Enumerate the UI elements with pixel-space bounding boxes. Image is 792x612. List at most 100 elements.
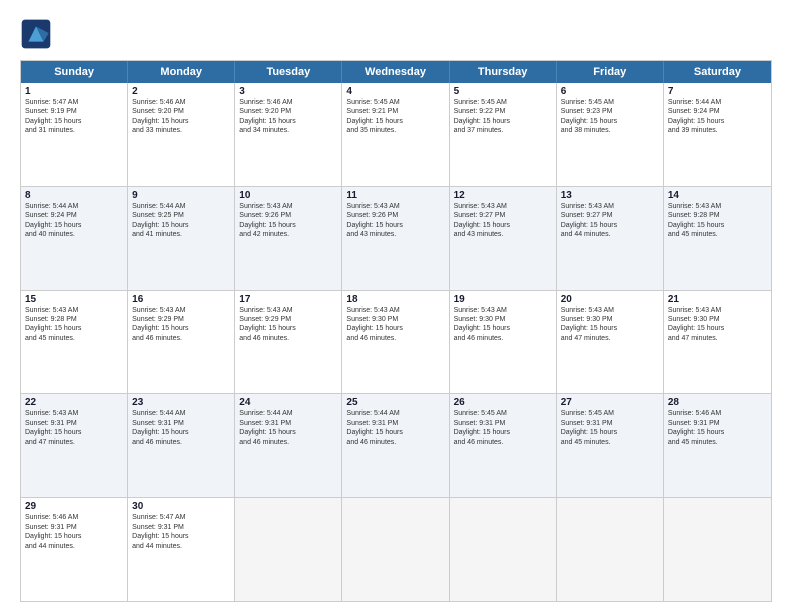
cell-text: Sunrise: 5:44 AMSunset: 9:24 PMDaylight:… bbox=[668, 98, 767, 136]
cell-text: Sunrise: 5:43 AMSunset: 9:28 PMDaylight:… bbox=[25, 306, 123, 344]
calendar-cell: 29Sunrise: 5:46 AMSunset: 9:31 PMDayligh… bbox=[21, 498, 128, 601]
weekday-header: Friday bbox=[557, 61, 664, 83]
calendar-cell: 7Sunrise: 5:44 AMSunset: 9:24 PMDaylight… bbox=[664, 83, 771, 186]
day-number: 17 bbox=[239, 294, 337, 305]
cell-text: Sunrise: 5:43 AMSunset: 9:30 PMDaylight:… bbox=[346, 306, 444, 344]
page: SundayMondayTuesdayWednesdayThursdayFrid… bbox=[0, 0, 792, 612]
calendar-cell: 23Sunrise: 5:44 AMSunset: 9:31 PMDayligh… bbox=[128, 394, 235, 497]
weekday-header: Saturday bbox=[664, 61, 771, 83]
calendar-cell: 24Sunrise: 5:44 AMSunset: 9:31 PMDayligh… bbox=[235, 394, 342, 497]
day-number: 16 bbox=[132, 294, 230, 305]
calendar-cell bbox=[557, 498, 664, 601]
calendar-row: 1Sunrise: 5:47 AMSunset: 9:19 PMDaylight… bbox=[21, 83, 771, 187]
cell-text: Sunrise: 5:43 AMSunset: 9:31 PMDaylight:… bbox=[25, 409, 123, 447]
calendar-cell: 12Sunrise: 5:43 AMSunset: 9:27 PMDayligh… bbox=[450, 187, 557, 290]
day-number: 4 bbox=[346, 86, 444, 97]
day-number: 10 bbox=[239, 190, 337, 201]
cell-text: Sunrise: 5:43 AMSunset: 9:27 PMDaylight:… bbox=[561, 202, 659, 240]
day-number: 15 bbox=[25, 294, 123, 305]
cell-text: Sunrise: 5:43 AMSunset: 9:30 PMDaylight:… bbox=[454, 306, 552, 344]
cell-text: Sunrise: 5:43 AMSunset: 9:26 PMDaylight:… bbox=[346, 202, 444, 240]
calendar: SundayMondayTuesdayWednesdayThursdayFrid… bbox=[20, 60, 772, 602]
cell-text: Sunrise: 5:47 AMSunset: 9:19 PMDaylight:… bbox=[25, 98, 123, 136]
calendar-cell: 11Sunrise: 5:43 AMSunset: 9:26 PMDayligh… bbox=[342, 187, 449, 290]
cell-text: Sunrise: 5:44 AMSunset: 9:31 PMDaylight:… bbox=[346, 409, 444, 447]
day-number: 3 bbox=[239, 86, 337, 97]
calendar-cell bbox=[450, 498, 557, 601]
cell-text: Sunrise: 5:45 AMSunset: 9:31 PMDaylight:… bbox=[561, 409, 659, 447]
day-number: 18 bbox=[346, 294, 444, 305]
calendar-cell: 3Sunrise: 5:46 AMSunset: 9:20 PMDaylight… bbox=[235, 83, 342, 186]
calendar-row: 29Sunrise: 5:46 AMSunset: 9:31 PMDayligh… bbox=[21, 498, 771, 601]
calendar-cell: 14Sunrise: 5:43 AMSunset: 9:28 PMDayligh… bbox=[664, 187, 771, 290]
day-number: 1 bbox=[25, 86, 123, 97]
day-number: 9 bbox=[132, 190, 230, 201]
cell-text: Sunrise: 5:46 AMSunset: 9:20 PMDaylight:… bbox=[239, 98, 337, 136]
day-number: 14 bbox=[668, 190, 767, 201]
calendar-cell: 17Sunrise: 5:43 AMSunset: 9:29 PMDayligh… bbox=[235, 291, 342, 394]
cell-text: Sunrise: 5:43 AMSunset: 9:29 PMDaylight:… bbox=[132, 306, 230, 344]
day-number: 21 bbox=[668, 294, 767, 305]
cell-text: Sunrise: 5:43 AMSunset: 9:30 PMDaylight:… bbox=[561, 306, 659, 344]
calendar-cell: 25Sunrise: 5:44 AMSunset: 9:31 PMDayligh… bbox=[342, 394, 449, 497]
cell-text: Sunrise: 5:46 AMSunset: 9:31 PMDaylight:… bbox=[668, 409, 767, 447]
calendar-row: 22Sunrise: 5:43 AMSunset: 9:31 PMDayligh… bbox=[21, 394, 771, 498]
cell-text: Sunrise: 5:43 AMSunset: 9:28 PMDaylight:… bbox=[668, 202, 767, 240]
cell-text: Sunrise: 5:45 AMSunset: 9:21 PMDaylight:… bbox=[346, 98, 444, 136]
calendar-cell: 13Sunrise: 5:43 AMSunset: 9:27 PMDayligh… bbox=[557, 187, 664, 290]
calendar-cell: 20Sunrise: 5:43 AMSunset: 9:30 PMDayligh… bbox=[557, 291, 664, 394]
calendar-cell: 26Sunrise: 5:45 AMSunset: 9:31 PMDayligh… bbox=[450, 394, 557, 497]
logo-icon bbox=[20, 18, 52, 50]
weekday-header: Monday bbox=[128, 61, 235, 83]
day-number: 28 bbox=[668, 397, 767, 408]
calendar-cell: 16Sunrise: 5:43 AMSunset: 9:29 PMDayligh… bbox=[128, 291, 235, 394]
calendar-header: SundayMondayTuesdayWednesdayThursdayFrid… bbox=[21, 61, 771, 83]
calendar-cell: 2Sunrise: 5:46 AMSunset: 9:20 PMDaylight… bbox=[128, 83, 235, 186]
calendar-row: 8Sunrise: 5:44 AMSunset: 9:24 PMDaylight… bbox=[21, 187, 771, 291]
calendar-cell: 30Sunrise: 5:47 AMSunset: 9:31 PMDayligh… bbox=[128, 498, 235, 601]
calendar-cell: 5Sunrise: 5:45 AMSunset: 9:22 PMDaylight… bbox=[450, 83, 557, 186]
day-number: 13 bbox=[561, 190, 659, 201]
calendar-cell bbox=[342, 498, 449, 601]
calendar-cell: 9Sunrise: 5:44 AMSunset: 9:25 PMDaylight… bbox=[128, 187, 235, 290]
day-number: 26 bbox=[454, 397, 552, 408]
cell-text: Sunrise: 5:46 AMSunset: 9:31 PMDaylight:… bbox=[25, 513, 123, 551]
day-number: 29 bbox=[25, 501, 123, 512]
day-number: 30 bbox=[132, 501, 230, 512]
calendar-cell bbox=[235, 498, 342, 601]
cell-text: Sunrise: 5:45 AMSunset: 9:31 PMDaylight:… bbox=[454, 409, 552, 447]
day-number: 25 bbox=[346, 397, 444, 408]
cell-text: Sunrise: 5:44 AMSunset: 9:31 PMDaylight:… bbox=[239, 409, 337, 447]
day-number: 24 bbox=[239, 397, 337, 408]
cell-text: Sunrise: 5:44 AMSunset: 9:25 PMDaylight:… bbox=[132, 202, 230, 240]
weekday-header: Sunday bbox=[21, 61, 128, 83]
calendar-row: 15Sunrise: 5:43 AMSunset: 9:28 PMDayligh… bbox=[21, 291, 771, 395]
calendar-cell: 28Sunrise: 5:46 AMSunset: 9:31 PMDayligh… bbox=[664, 394, 771, 497]
calendar-cell: 18Sunrise: 5:43 AMSunset: 9:30 PMDayligh… bbox=[342, 291, 449, 394]
cell-text: Sunrise: 5:45 AMSunset: 9:23 PMDaylight:… bbox=[561, 98, 659, 136]
cell-text: Sunrise: 5:44 AMSunset: 9:24 PMDaylight:… bbox=[25, 202, 123, 240]
day-number: 12 bbox=[454, 190, 552, 201]
day-number: 6 bbox=[561, 86, 659, 97]
day-number: 8 bbox=[25, 190, 123, 201]
day-number: 19 bbox=[454, 294, 552, 305]
calendar-cell bbox=[664, 498, 771, 601]
day-number: 11 bbox=[346, 190, 444, 201]
day-number: 7 bbox=[668, 86, 767, 97]
weekday-header: Tuesday bbox=[235, 61, 342, 83]
logo bbox=[20, 18, 56, 50]
cell-text: Sunrise: 5:44 AMSunset: 9:31 PMDaylight:… bbox=[132, 409, 230, 447]
day-number: 20 bbox=[561, 294, 659, 305]
day-number: 22 bbox=[25, 397, 123, 408]
calendar-body: 1Sunrise: 5:47 AMSunset: 9:19 PMDaylight… bbox=[21, 83, 771, 601]
calendar-cell: 21Sunrise: 5:43 AMSunset: 9:30 PMDayligh… bbox=[664, 291, 771, 394]
calendar-cell: 6Sunrise: 5:45 AMSunset: 9:23 PMDaylight… bbox=[557, 83, 664, 186]
cell-text: Sunrise: 5:46 AMSunset: 9:20 PMDaylight:… bbox=[132, 98, 230, 136]
calendar-cell: 27Sunrise: 5:45 AMSunset: 9:31 PMDayligh… bbox=[557, 394, 664, 497]
day-number: 23 bbox=[132, 397, 230, 408]
cell-text: Sunrise: 5:43 AMSunset: 9:30 PMDaylight:… bbox=[668, 306, 767, 344]
day-number: 27 bbox=[561, 397, 659, 408]
calendar-cell: 8Sunrise: 5:44 AMSunset: 9:24 PMDaylight… bbox=[21, 187, 128, 290]
cell-text: Sunrise: 5:47 AMSunset: 9:31 PMDaylight:… bbox=[132, 513, 230, 551]
calendar-cell: 15Sunrise: 5:43 AMSunset: 9:28 PMDayligh… bbox=[21, 291, 128, 394]
